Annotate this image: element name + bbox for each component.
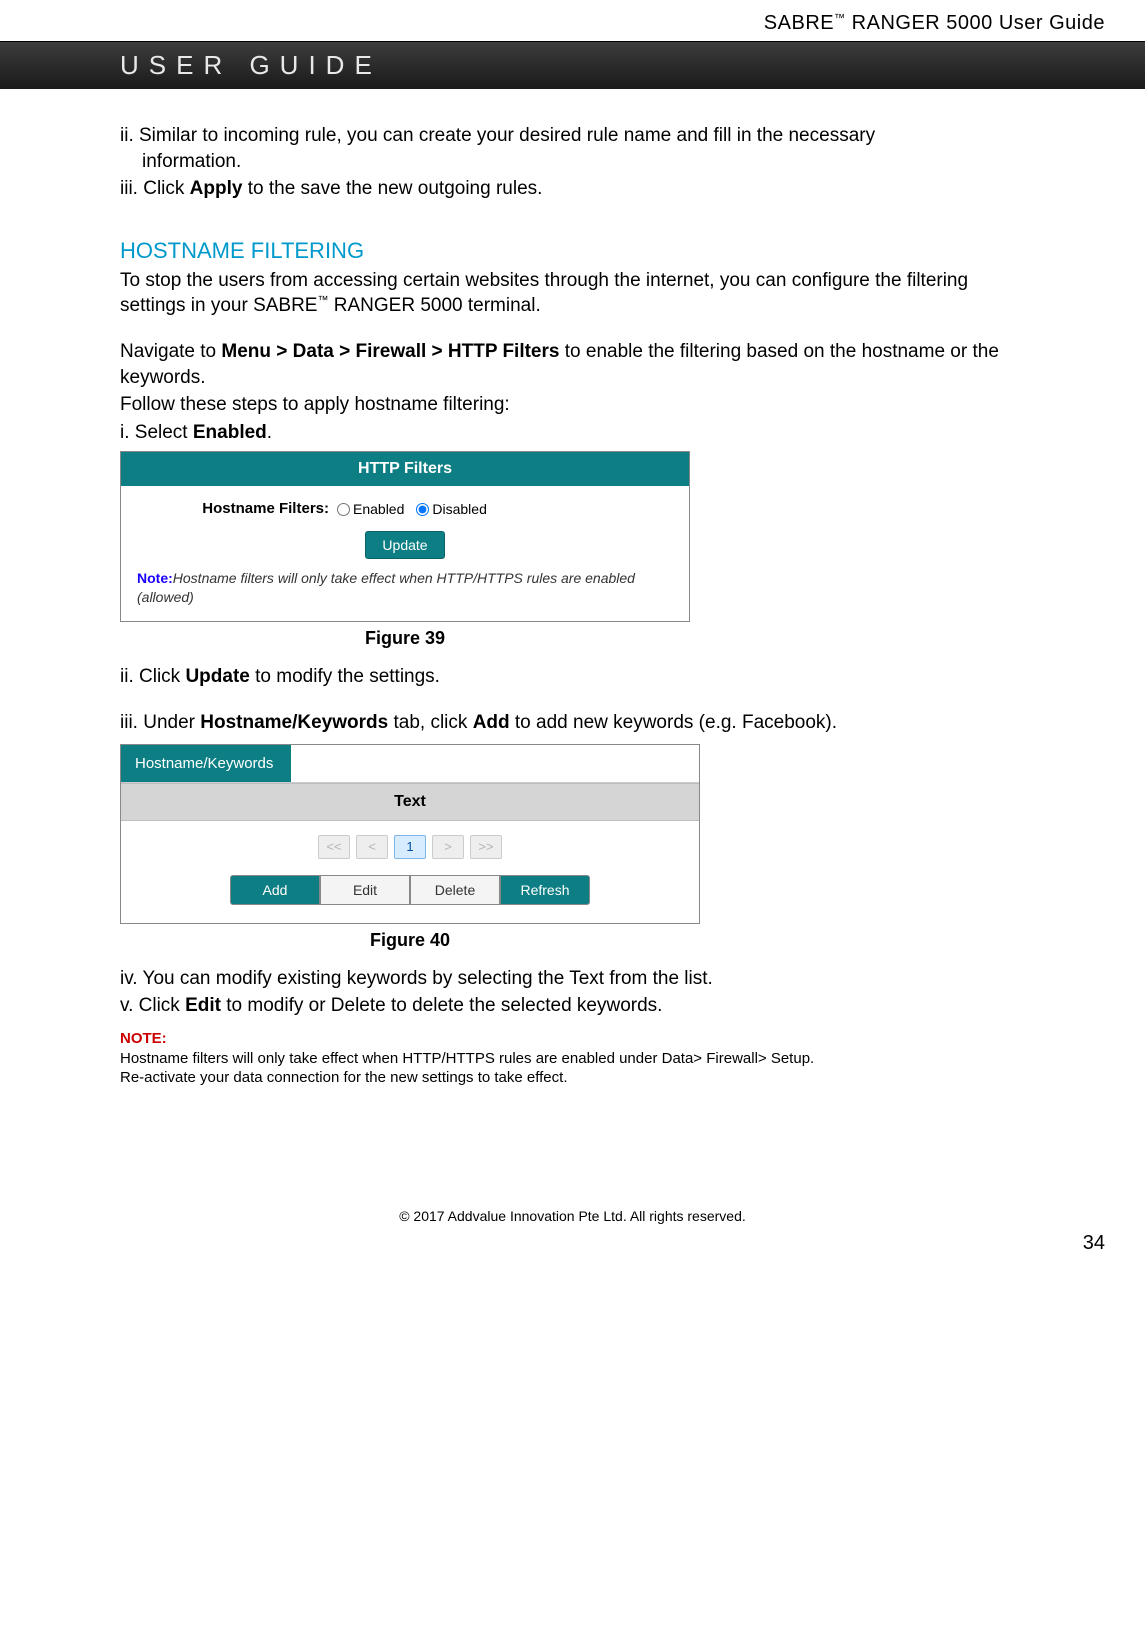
disabled-radio-label[interactable]: Disabled	[416, 500, 486, 519]
fig39-note-label: Note:	[137, 570, 173, 586]
tab-row: Hostname/Keywords	[121, 745, 699, 783]
pager-prev[interactable]: <	[356, 835, 388, 859]
page-number: 34	[0, 1232, 1145, 1275]
step-v-post: to modify or Delete to delete the select…	[221, 995, 662, 1016]
mid-iii-mid: tab, click	[388, 712, 472, 733]
mid-step-iii: iii. Under Hostname/Keywords tab, click …	[120, 710, 1025, 736]
action-buttons: Add Edit Delete Refresh	[121, 869, 699, 923]
note-label: NOTE:	[120, 1030, 167, 1047]
mid-ii-bold: Update	[185, 666, 249, 687]
step-ii-line1: ii. Similar to incoming rule, you can cr…	[120, 123, 1025, 149]
footer-copyright: © 2017 Addvalue Innovation Pte Ltd. All …	[0, 1208, 1145, 1232]
disabled-text: Disabled	[432, 500, 486, 519]
http-filters-title: HTTP Filters	[121, 452, 689, 487]
pager-last[interactable]: >>	[470, 835, 502, 859]
product-name: SABRE	[764, 12, 834, 34]
note-line2: Re-activate your data connection for the…	[120, 1068, 1025, 1088]
mid-iii-post: to add new keywords (e.g. Facebook).	[510, 712, 837, 733]
section-p3: Follow these steps to apply hostname fil…	[120, 392, 1025, 418]
section-p1b: RANGER 5000 terminal.	[328, 295, 540, 316]
enabled-text: Enabled	[353, 500, 404, 519]
update-button[interactable]: Update	[365, 531, 444, 559]
step-iv: iv. You can modify existing keywords by …	[120, 966, 1025, 992]
pager: << < 1 > >>	[121, 821, 699, 869]
step-v-pre: v. Click	[120, 995, 185, 1016]
mid-iii-b2: Add	[473, 712, 510, 733]
section-p4: i. Select Enabled.	[120, 420, 1025, 446]
mid-ii-post: to modify the settings.	[250, 666, 440, 687]
section-p1a: To stop the users from accessing certain…	[120, 270, 968, 317]
step-v: v. Click Edit to modify or Delete to del…	[120, 993, 1025, 1019]
note-block: NOTE: Hostname filters will only take ef…	[120, 1029, 1025, 1088]
note-line1: Hostname filters will only take effect w…	[120, 1049, 1025, 1069]
figure-40: Hostname/Keywords Text << < 1 > >> Add E…	[120, 744, 1025, 952]
edit-button[interactable]: Edit	[320, 875, 410, 905]
mid-iii-pre: iii. Under	[120, 712, 200, 733]
add-button[interactable]: Add	[230, 875, 320, 905]
step-iii-pre: iii. Click	[120, 178, 190, 199]
mid-ii-pre: ii. Click	[120, 666, 185, 687]
section-p4-pre: i. Select	[120, 422, 193, 443]
step-iii-post: to the save the new outgoing rules.	[242, 178, 542, 199]
text-column-header: Text	[121, 783, 699, 821]
step-ii-line2: information.	[120, 149, 1025, 175]
section-p2: Navigate to Menu > Data > Firewall > HTT…	[120, 339, 1025, 390]
section-p1-tm: ™	[317, 295, 328, 307]
step-v-bold: Edit	[185, 995, 221, 1016]
hostname-keywords-panel: Hostname/Keywords Text << < 1 > >> Add E…	[120, 744, 700, 924]
hostname-keywords-tab[interactable]: Hostname/Keywords	[121, 745, 291, 782]
pager-1[interactable]: 1	[394, 835, 426, 859]
enabled-radio-label[interactable]: Enabled	[337, 500, 404, 519]
delete-button[interactable]: Delete	[410, 875, 500, 905]
figure-39: HTTP Filters Hostname Filters: Enabled D…	[120, 451, 1025, 650]
section-heading: HOSTNAME FILTERING	[120, 236, 1025, 266]
tm-symbol: ™	[834, 12, 846, 24]
section-p2-bold: Menu > Data > Firewall > HTTP Filters	[221, 341, 559, 362]
page-header: SABRE™ RANGER 5000 User Guide	[0, 0, 1145, 41]
fig39-note: Note:Hostname filters will only take eff…	[131, 569, 679, 613]
step-iii-bold: Apply	[190, 178, 243, 199]
figure-39-caption: Figure 39	[120, 626, 690, 650]
section-p4-post: .	[267, 422, 272, 443]
http-filters-panel: HTTP Filters Hostname Filters: Enabled D…	[120, 451, 690, 622]
mid-step-ii: ii. Click Update to modify the settings.	[120, 664, 1025, 690]
product-model: RANGER 5000 User Guide	[846, 12, 1105, 34]
hostname-filters-label: Hostname Filters:	[179, 499, 329, 519]
step-iii: iii. Click Apply to the save the new out…	[120, 176, 1025, 202]
mid-iii-b1: Hostname/Keywords	[200, 712, 388, 733]
figure-40-caption: Figure 40	[120, 928, 700, 952]
content-area: ii. Similar to incoming rule, you can cr…	[0, 123, 1145, 1088]
user-guide-banner: USER GUIDE	[0, 41, 1145, 89]
refresh-button[interactable]: Refresh	[500, 875, 590, 905]
section-p4-bold: Enabled	[193, 422, 267, 443]
pager-first[interactable]: <<	[318, 835, 350, 859]
disabled-radio[interactable]	[416, 503, 429, 516]
section-p2-pre: Navigate to	[120, 341, 221, 362]
section-p1: To stop the users from accessing certain…	[120, 268, 1025, 319]
fig39-note-text: Hostname filters will only take effect w…	[137, 570, 635, 605]
enabled-radio[interactable]	[337, 503, 350, 516]
pager-next[interactable]: >	[432, 835, 464, 859]
